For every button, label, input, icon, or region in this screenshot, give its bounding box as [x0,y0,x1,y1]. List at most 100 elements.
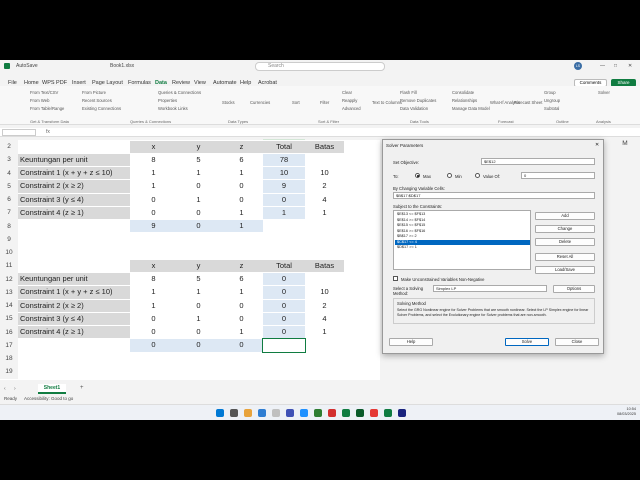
table-cell[interactable]: 0 [263,312,305,325]
ribbon-item[interactable]: Ungroup [544,98,560,103]
ribbon-item[interactable]: Properties [158,98,177,103]
table-cell[interactable] [220,353,263,365]
method-select[interactable]: Simplex LP [433,285,547,292]
table-cell[interactable]: 10 [305,286,344,298]
table-cell[interactable]: 0 [263,286,305,299]
row-header[interactable]: 12 [0,272,18,286]
reset-all-button[interactable]: Reset All [535,253,595,261]
row-header[interactable]: 16 [0,325,18,339]
table-cell[interactable]: x [130,140,177,153]
row-label-cell[interactable]: Constraint 3 (y ≤ 4) [18,193,130,206]
table-cell[interactable]: y [177,140,220,153]
table-cell[interactable] [177,353,220,365]
table-cell[interactable]: 0 [130,339,177,352]
row-header[interactable]: 3 [0,153,18,167]
row-label-cell[interactable]: Constraint 4 (z ≥ 1) [18,326,130,339]
ribbon-item[interactable]: Currencies [250,100,270,105]
table-cell[interactable]: 0 [177,180,220,192]
table-cell[interactable]: 0 [177,220,220,233]
app-icon[interactable] [356,409,364,417]
row-label-cell[interactable]: Keuntungan per unit [18,273,130,286]
table-cell[interactable]: 1 [220,207,263,219]
table-cell[interactable] [305,233,344,245]
value-of-field[interactable]: 0 [521,172,595,179]
row-header[interactable]: 5 [0,179,18,193]
outlook-icon[interactable] [300,409,308,417]
table-cell[interactable]: 1 [220,167,263,179]
ribbon-item[interactable]: Advanced [342,106,361,111]
ribbon-item[interactable]: Workbook Links [158,106,188,111]
constraint-item[interactable]: $B$17 >= 2 [395,234,530,239]
help-button[interactable]: Help [389,338,433,346]
table-cell[interactable]: 6 [220,154,263,166]
table-cell[interactable] [220,247,263,259]
excel-icon[interactable] [342,409,350,417]
minimize-icon[interactable]: — [600,63,605,69]
constraint-item[interactable]: $C$17 <= 4 [395,239,530,245]
system-clock[interactable]: 10:54 08/03/2025 [598,407,636,417]
ribbon-item[interactable]: Sort [292,100,300,105]
maximize-icon[interactable]: □ [614,63,617,69]
solve-button[interactable]: Solve [505,338,549,346]
row-header[interactable]: 14 [0,299,18,313]
app-icon[interactable] [370,409,378,417]
table-cell[interactable]: 1 [177,194,220,206]
table-cell[interactable]: z [220,259,263,272]
table-cell[interactable]: 0 [220,180,263,192]
table-cell[interactable] [305,247,344,259]
row-label-cell[interactable]: Constraint 1 (x + y + z ≤ 10) [18,286,130,299]
table-cell[interactable]: 1 [305,207,344,219]
row-header[interactable]: 9 [0,232,18,246]
table-cell[interactable]: 1 [263,206,305,219]
table-cell[interactable] [263,353,305,365]
table-cell[interactable] [263,220,305,232]
row-label-cell[interactable] [18,366,130,378]
change-button[interactable]: Change [535,225,595,233]
name-box[interactable] [2,129,36,136]
app-icon[interactable] [286,409,294,417]
search-input[interactable]: Search [255,62,385,71]
ribbon-item[interactable]: Queries & Connections [158,90,201,95]
table-cell[interactable]: 10 [305,167,344,179]
load-save-button[interactable]: Load/Save [535,266,595,274]
row-label-cell[interactable]: Constraint 3 (y ≤ 4) [18,312,130,325]
worksheet-grid[interactable]: 2 x y z Total Batas 3 Keuntungan per unit 8 5 6 78 4… [0,140,380,380]
accessibility-status[interactable]: Accessibility: Good to go [24,396,73,401]
value-of-radio[interactable] [475,173,480,178]
column-header-m[interactable]: M [620,139,630,149]
next-sheet-icon[interactable]: › [14,386,16,392]
prev-sheet-icon[interactable]: ‹ [4,386,6,392]
ribbon-item[interactable]: Remove Duplicates [400,98,436,103]
table-cell[interactable]: 8 [130,154,177,166]
row-header[interactable]: 18 [0,352,18,366]
table-cell[interactable]: 1 [305,326,344,338]
table-cell[interactable]: 0 [220,313,263,325]
row-header[interactable]: 7 [0,206,18,220]
table-cell[interactable]: 0 [263,326,305,339]
constraint-item[interactable]: $E$15 <= $F$15 [395,223,530,228]
constraint-item[interactable]: $E$13 <= $F$13 [395,212,530,217]
add-sheet-icon[interactable]: + [80,385,84,391]
table-cell[interactable]: 0 [263,193,305,206]
table-cell[interactable] [305,366,344,378]
row-label-cell[interactable] [18,260,130,272]
start-icon[interactable] [216,409,224,417]
constraint-item[interactable]: $E$14 >= $F$14 [395,218,530,223]
row-label-cell[interactable]: Keuntungan per unit [18,153,130,166]
close-button[interactable]: Close [555,338,599,346]
table-cell[interactable]: 4 [305,313,344,325]
table-cell[interactable]: 1 [130,180,177,192]
table-cell[interactable]: 4 [305,194,344,206]
table-cell[interactable]: Total [263,259,305,272]
autosave-label[interactable]: AutoSave [16,63,38,69]
ribbon-item[interactable]: From Text/CSV [30,90,58,95]
table-cell[interactable]: 1 [220,220,263,233]
dialog-close-icon[interactable]: ✕ [595,142,599,148]
ribbon-item[interactable]: Forecast Sheet [514,100,542,105]
table-cell[interactable]: 0 [220,339,263,352]
vertical-scrollbar[interactable] [630,149,636,381]
edge-icon[interactable] [258,409,266,417]
ribbon-item[interactable]: Clear [342,90,352,95]
app-icon[interactable] [398,409,406,417]
table-cell[interactable] [177,233,220,245]
